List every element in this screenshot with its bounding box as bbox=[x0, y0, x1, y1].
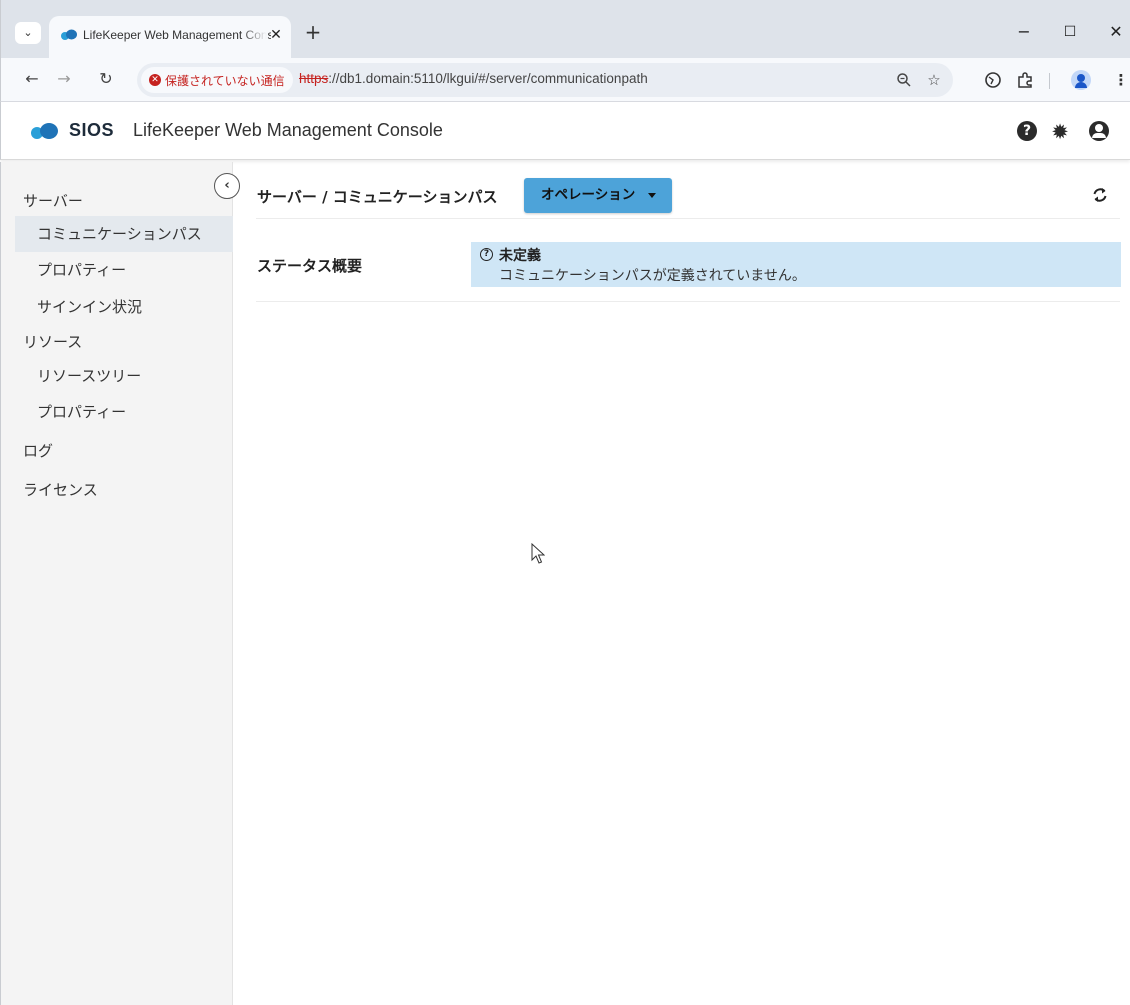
zoom-icon[interactable] bbox=[893, 69, 915, 91]
arrow-right-icon[interactable]: → bbox=[51, 66, 77, 92]
status-message: コミュニケーションパスが定義されていません。 bbox=[499, 268, 806, 284]
gear-icon[interactable]: ✹ bbox=[1049, 121, 1071, 143]
status-summary-box: ? 未定義 コミュニケーションパスが定義されていません。 bbox=[471, 242, 1121, 287]
refresh-icon[interactable] bbox=[1090, 186, 1110, 206]
app-header: SIOS LifeKeeper Web Management Console ?… bbox=[0, 102, 1130, 160]
browser-tab-bar: ⌄ LifeKeeper Web Management Console ✕ + … bbox=[0, 0, 1130, 58]
divider bbox=[256, 301, 1120, 302]
star-icon[interactable]: ☆ bbox=[923, 69, 945, 91]
sidebar-item-resource-properties[interactable]: プロパティー bbox=[15, 394, 233, 430]
status-summary-label: ステータス概要 bbox=[257, 257, 363, 275]
browser-toolbar: ← → ↻ ✕ 保護されていない通信 https://db1.domain:51… bbox=[0, 58, 1130, 102]
maximize-icon[interactable]: ☐ bbox=[1055, 20, 1085, 44]
app-title: LifeKeeper Web Management Console bbox=[133, 120, 443, 140]
profile-icon[interactable] bbox=[1071, 70, 1091, 90]
security-label: 保護されていない通信 bbox=[165, 73, 285, 88]
question-icon: ? bbox=[480, 248, 493, 261]
url-rest: ://db1.domain:5110/lkgui/#/server/commun… bbox=[328, 71, 648, 86]
sidebar-group-server[interactable]: サーバー bbox=[23, 190, 83, 211]
address-bar[interactable]: ✕ 保護されていない通信 https://db1.domain:5110/lkg… bbox=[137, 63, 953, 97]
user-circle-icon[interactable] bbox=[1089, 121, 1109, 141]
url-text[interactable]: https://db1.domain:5110/lkgui/#/server/c… bbox=[299, 71, 648, 86]
sios-favicon-icon bbox=[61, 29, 77, 40]
toolbar-divider bbox=[1049, 73, 1050, 89]
caret-down-icon bbox=[648, 193, 656, 198]
close-window-icon[interactable]: ✕ bbox=[1101, 20, 1130, 44]
tab-close-icon[interactable]: ✕ bbox=[267, 26, 285, 44]
sidebar-item-communication-path[interactable]: コミュニケーションパス bbox=[15, 216, 233, 252]
kebab-menu-icon[interactable]: ⋮ bbox=[1109, 68, 1130, 92]
extension-icon[interactable] bbox=[981, 68, 1005, 92]
mouse-cursor-icon bbox=[531, 543, 545, 564]
sidebar-item-signin-status[interactable]: サインイン状況 bbox=[15, 289, 233, 325]
operation-button-label: オペレーション bbox=[541, 187, 636, 203]
security-chip[interactable]: ✕ 保護されていない通信 bbox=[141, 67, 293, 93]
breadcrumb: サーバー / コミュニケーションパス bbox=[257, 188, 498, 206]
question-circle-icon[interactable]: ? bbox=[1017, 121, 1037, 141]
status-title: 未定義 bbox=[499, 248, 541, 264]
arrow-left-icon[interactable]: ← bbox=[19, 66, 45, 92]
sios-logo: SIOS bbox=[31, 120, 114, 141]
url-scheme: https bbox=[299, 71, 329, 86]
sidebar-group-license[interactable]: ライセンス bbox=[23, 479, 98, 500]
tab-title-fade bbox=[241, 22, 267, 48]
sidebar-group-log[interactable]: ログ bbox=[23, 440, 53, 461]
warning-circle-icon: ✕ bbox=[149, 74, 161, 86]
operation-dropdown-button[interactable]: オペレーション bbox=[524, 178, 672, 213]
new-tab-button[interactable]: + bbox=[301, 20, 325, 44]
sidebar: サーバー コミュニケーションパス プロパティー サインイン状況 リソース リソー… bbox=[0, 162, 233, 1005]
sidebar-item-resource-tree[interactable]: リソースツリー bbox=[15, 358, 233, 394]
chevron-down-icon[interactable]: ⌄ bbox=[15, 22, 41, 44]
chevron-left-icon[interactable]: ‹ bbox=[214, 173, 240, 199]
sios-logo-icon bbox=[31, 121, 63, 141]
divider bbox=[256, 218, 1120, 219]
reload-icon[interactable]: ↻ bbox=[93, 66, 119, 92]
minimize-icon[interactable]: − bbox=[1009, 20, 1039, 44]
browser-tab[interactable]: LifeKeeper Web Management Console ✕ bbox=[49, 16, 291, 58]
puzzle-icon[interactable] bbox=[1013, 68, 1037, 92]
logo-text: SIOS bbox=[69, 120, 115, 140]
sidebar-item-server-properties[interactable]: プロパティー bbox=[15, 252, 233, 288]
sidebar-group-resource[interactable]: リソース bbox=[23, 331, 82, 352]
